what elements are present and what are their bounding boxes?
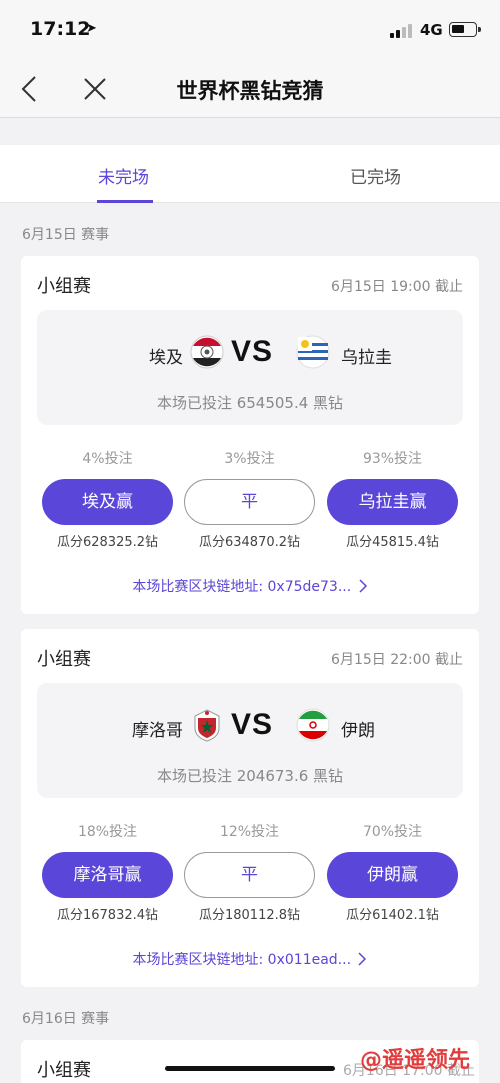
signal-icon: [390, 24, 412, 38]
tab-active-indicator: [97, 200, 153, 203]
vs-label: VS: [230, 335, 274, 368]
bet-option-home: 18%投注 摩洛哥赢 瓜分167832.4钻: [42, 821, 173, 923]
bet-share: 瓜分180112.8钻: [198, 908, 301, 923]
blockchain-address-link[interactable]: 本场比赛区块链地址: 0x75de73...: [21, 576, 479, 596]
status-time: 17:12: [30, 18, 91, 40]
bet-share: 瓜分45815.4钻: [346, 535, 439, 550]
bet-percentage: 12%投注: [219, 824, 280, 840]
network-type: 4G: [420, 21, 443, 39]
bet-share: 瓜分628325.2钻: [56, 535, 159, 550]
bet-share: 瓜分167832.4钻: [56, 908, 159, 923]
total-bets: 本场已投注 654505.4 黑钻: [156, 394, 344, 412]
bet-share: 瓜分634870.2钻: [198, 535, 301, 550]
iran-flag-icon: [296, 708, 330, 742]
bet-percentage: 93%投注: [362, 451, 423, 467]
uruguay-flag-icon: [296, 335, 330, 369]
match-card: 小组赛 6月15日 19:00 截止 埃及 VS 乌拉圭 本场已投注 65450…: [21, 256, 479, 614]
bet-percentage: 18%投注: [77, 824, 138, 840]
away-team: 乌拉圭: [341, 348, 392, 368]
chevron-right-icon: [359, 579, 367, 593]
bet-option-away: 93%投注 乌拉圭赢 瓜分45815.4钻: [327, 448, 458, 550]
section-date: 6月16日 赛事: [22, 1011, 110, 1027]
matchup-box: 摩洛哥 VS 伊朗 本场已投注 204673.6 黑钻: [37, 683, 463, 798]
bet-percentage: 3%投注: [224, 451, 275, 467]
match-stage: 小组赛: [37, 276, 91, 297]
match-card: 小组赛 6月15日 22:00 截止 摩洛哥 VS 伊朗 本场已投注 20467…: [21, 629, 479, 987]
section-date: 6月15日 赛事: [22, 227, 110, 243]
watermark: @遥遥领先: [360, 1048, 471, 1073]
bet-share: 瓜分61402.1钻: [346, 908, 439, 923]
bet-away-win-button[interactable]: 伊朗赢: [327, 852, 458, 898]
match-stage: 小组赛: [37, 1060, 91, 1081]
page-title: 世界杯黑钻竞猜: [176, 79, 324, 103]
tab-bar: 未完场 已完场: [0, 145, 500, 203]
bet-option-draw: 3%投注 平 瓜分634870.2钻: [184, 448, 315, 550]
battery-icon: [449, 22, 481, 37]
blockchain-address: 本场比赛区块链地址: 0x75de73...: [132, 579, 352, 595]
bet-draw-button[interactable]: 平: [184, 479, 315, 525]
tab-upcoming[interactable]: 未完场: [98, 163, 149, 188]
bet-home-win-button[interactable]: 摩洛哥赢: [42, 852, 173, 898]
bet-percentage: 4%投注: [82, 451, 133, 467]
total-bets: 本场已投注 204673.6 黑钻: [156, 767, 344, 785]
bet-option-away: 70%投注 伊朗赢 瓜分61402.1钻: [327, 821, 458, 923]
status-bar: 17:12 ➤ 4G: [0, 0, 500, 60]
bet-option-home: 4%投注 埃及赢 瓜分628325.2钻: [42, 448, 173, 550]
location-arrow-icon: ➤: [86, 21, 97, 36]
vs-label: VS: [230, 708, 274, 741]
match-stage: 小组赛: [37, 649, 91, 670]
blockchain-address-link[interactable]: 本场比赛区块链地址: 0x011ead...: [21, 949, 479, 969]
home-team: 埃及: [149, 348, 183, 368]
bet-away-win-button[interactable]: 乌拉圭赢: [327, 479, 458, 525]
away-team: 伊朗: [341, 721, 375, 741]
bet-draw-button[interactable]: 平: [184, 852, 315, 898]
bet-home-win-button[interactable]: 埃及赢: [42, 479, 173, 525]
matchup-box: 埃及 VS 乌拉圭 本场已投注 654505.4 黑钻: [37, 310, 463, 425]
match-deadline: 6月15日 22:00 截止: [331, 652, 463, 668]
chevron-right-icon: [358, 952, 367, 966]
bet-percentage: 70%投注: [362, 824, 423, 840]
blockchain-address: 本场比赛区块链地址: 0x011ead...: [132, 952, 352, 968]
morocco-flag-icon: [194, 709, 220, 742]
home-indicator[interactable]: [165, 1066, 335, 1071]
nav-bar: 世界杯黑钻竞猜: [0, 60, 500, 118]
bet-option-draw: 12%投注 平 瓜分180112.8钻: [184, 821, 315, 923]
tab-finished[interactable]: 已完场: [350, 163, 401, 188]
egypt-flag-icon: [190, 335, 224, 369]
match-deadline: 6月15日 19:00 截止: [331, 279, 463, 295]
home-team: 摩洛哥: [132, 721, 183, 741]
